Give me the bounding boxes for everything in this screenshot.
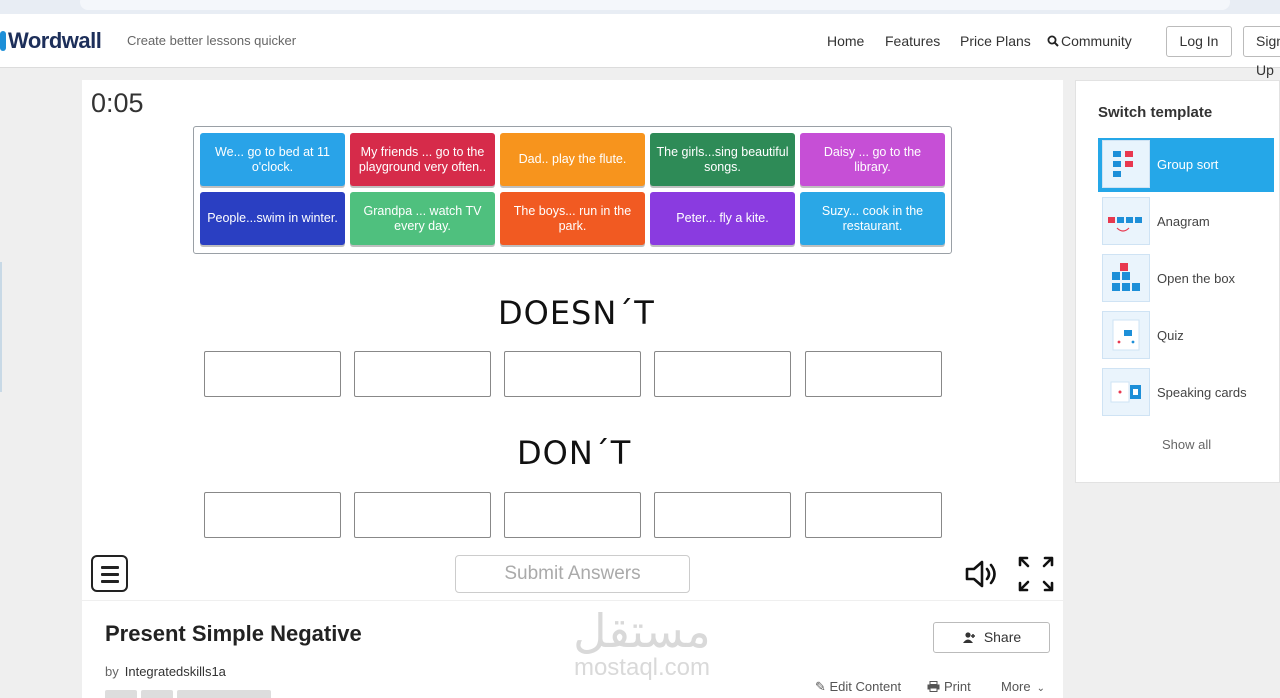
share-label: Share bbox=[983, 629, 1022, 645]
by-label: by bbox=[105, 664, 119, 679]
drop-slot[interactable] bbox=[805, 351, 942, 397]
sort-card[interactable]: The girls...sing beautiful songs. bbox=[650, 133, 795, 186]
open-the-box-icon bbox=[1102, 254, 1150, 302]
template-group-sort[interactable]: Group sort bbox=[1098, 138, 1274, 192]
show-all-link[interactable]: Show all bbox=[1162, 437, 1211, 452]
drop-slot[interactable] bbox=[654, 492, 791, 538]
nav-community-label: Community bbox=[1061, 33, 1132, 49]
template-label: Speaking cards bbox=[1157, 385, 1247, 400]
sort-card[interactable]: Peter... fly a kite. bbox=[650, 192, 795, 245]
sort-card[interactable]: Daisy ... go to the library. bbox=[800, 133, 945, 186]
timer: 0:05 bbox=[91, 88, 144, 118]
nav-home[interactable]: Home bbox=[827, 33, 864, 49]
anagram-icon bbox=[1102, 197, 1150, 245]
author-link[interactable]: Integratedskills1a bbox=[125, 664, 226, 679]
share-button[interactable]: Share bbox=[933, 622, 1050, 653]
sort-card[interactable]: My friends ... go to the playground very… bbox=[350, 133, 495, 186]
fullscreen-icon bbox=[1018, 556, 1054, 592]
template-speaking-cards[interactable]: Speaking cards bbox=[1098, 366, 1274, 420]
drop-slot[interactable] bbox=[204, 492, 341, 538]
drop-slot[interactable] bbox=[354, 492, 491, 538]
template-label: Quiz bbox=[1157, 328, 1184, 343]
wordwall-logo[interactable]: Wordwall bbox=[0, 28, 102, 54]
login-button[interactable]: Log In bbox=[1166, 26, 1232, 57]
fullscreen-button[interactable] bbox=[1018, 556, 1054, 592]
hamburger-icon bbox=[101, 566, 119, 569]
nav-community[interactable]: Community bbox=[1047, 33, 1132, 49]
watermark-logo: مستقل mostaql.com bbox=[562, 606, 722, 686]
pencil-icon: ✎ bbox=[815, 679, 830, 694]
speaker-icon bbox=[965, 560, 996, 588]
template-open-the-box[interactable]: Open the box bbox=[1098, 252, 1274, 306]
quiz-icon bbox=[1102, 311, 1150, 359]
sort-card[interactable]: We... go to bed at 11 o'clock. bbox=[200, 133, 345, 186]
group-heading-doesnt: DOESN´T bbox=[498, 294, 655, 332]
drop-slot[interactable] bbox=[654, 351, 791, 397]
nav-price-plans[interactable]: Price Plans bbox=[960, 33, 1031, 49]
byline: by Integratedskills1a bbox=[105, 664, 226, 679]
edit-content-label: Edit Content bbox=[829, 679, 902, 694]
drop-slot[interactable] bbox=[354, 351, 491, 397]
tag[interactable] bbox=[105, 690, 137, 698]
url-bar[interactable] bbox=[80, 0, 1230, 10]
sort-card[interactable]: The boys... run in the park. bbox=[500, 192, 645, 245]
logo-mark-icon bbox=[0, 31, 6, 51]
hamburger-icon-bar bbox=[101, 573, 119, 576]
template-anagram[interactable]: Anagram bbox=[1098, 195, 1274, 249]
search-icon bbox=[1047, 35, 1059, 47]
speaking-cards-icon bbox=[1102, 368, 1150, 416]
sort-card[interactable]: People...swim in winter. bbox=[200, 192, 345, 245]
switch-template-title: Switch template bbox=[1098, 104, 1213, 121]
site-header: Wordwall Create better lessons quicker H… bbox=[0, 14, 1280, 78]
submit-answers-button[interactable]: Submit Answers bbox=[455, 555, 690, 593]
share-user-icon bbox=[962, 632, 975, 643]
nav-features[interactable]: Features bbox=[885, 33, 940, 49]
more-label: More bbox=[1001, 679, 1031, 694]
tag[interactable] bbox=[177, 690, 271, 698]
tag-list bbox=[105, 690, 275, 698]
group-sort-icon bbox=[1102, 140, 1150, 188]
hamburger-icon-bar bbox=[101, 580, 119, 583]
edit-content-link[interactable]: ✎ Edit Content bbox=[815, 679, 901, 695]
sort-card[interactable]: Dad.. play the flute. bbox=[500, 133, 645, 186]
left-edge-tab bbox=[0, 262, 2, 392]
template-quiz[interactable]: Quiz bbox=[1098, 309, 1274, 363]
chevron-down-icon: ⌄ bbox=[1036, 683, 1046, 694]
signup-button[interactable]: Sign Up bbox=[1243, 26, 1280, 78]
tagline: Create better lessons quicker bbox=[127, 33, 297, 48]
sort-card[interactable]: Suzy... cook in the restaurant. bbox=[800, 192, 945, 245]
activity-panel: 0:05 We... go to bed at 11 o'clock. My f… bbox=[82, 80, 1063, 600]
template-label: Group sort bbox=[1157, 157, 1219, 172]
printer-icon bbox=[927, 681, 940, 692]
print-label: Print bbox=[944, 679, 971, 694]
switch-template-panel: Switch template Group sort Anagram Open … bbox=[1075, 80, 1280, 483]
drop-slot[interactable] bbox=[504, 351, 641, 397]
tag[interactable] bbox=[141, 690, 173, 698]
template-label: Open the box bbox=[1157, 271, 1236, 286]
group-heading-dont: DON´T bbox=[517, 434, 632, 472]
logo-text: Wordwall bbox=[8, 28, 102, 53]
drop-slot[interactable] bbox=[504, 492, 641, 538]
card-tray: We... go to bed at 11 o'clock. My friend… bbox=[193, 126, 952, 254]
print-link[interactable]: Print bbox=[927, 679, 971, 694]
drop-slot[interactable] bbox=[805, 492, 942, 538]
more-dropdown[interactable]: More ⌄ bbox=[1001, 679, 1045, 694]
page-title: Present Simple Negative bbox=[105, 621, 362, 646]
watermark-arabic: مستقل bbox=[573, 604, 711, 658]
sound-button[interactable] bbox=[964, 558, 1000, 590]
browser-address-strip bbox=[0, 0, 1280, 14]
menu-button[interactable] bbox=[91, 555, 128, 592]
drop-slot[interactable] bbox=[204, 351, 341, 397]
template-label: Anagram bbox=[1157, 214, 1210, 229]
watermark-latin: mostaql.com bbox=[573, 654, 711, 681]
sort-card[interactable]: Grandpa ... watch TV every day. bbox=[350, 192, 495, 245]
